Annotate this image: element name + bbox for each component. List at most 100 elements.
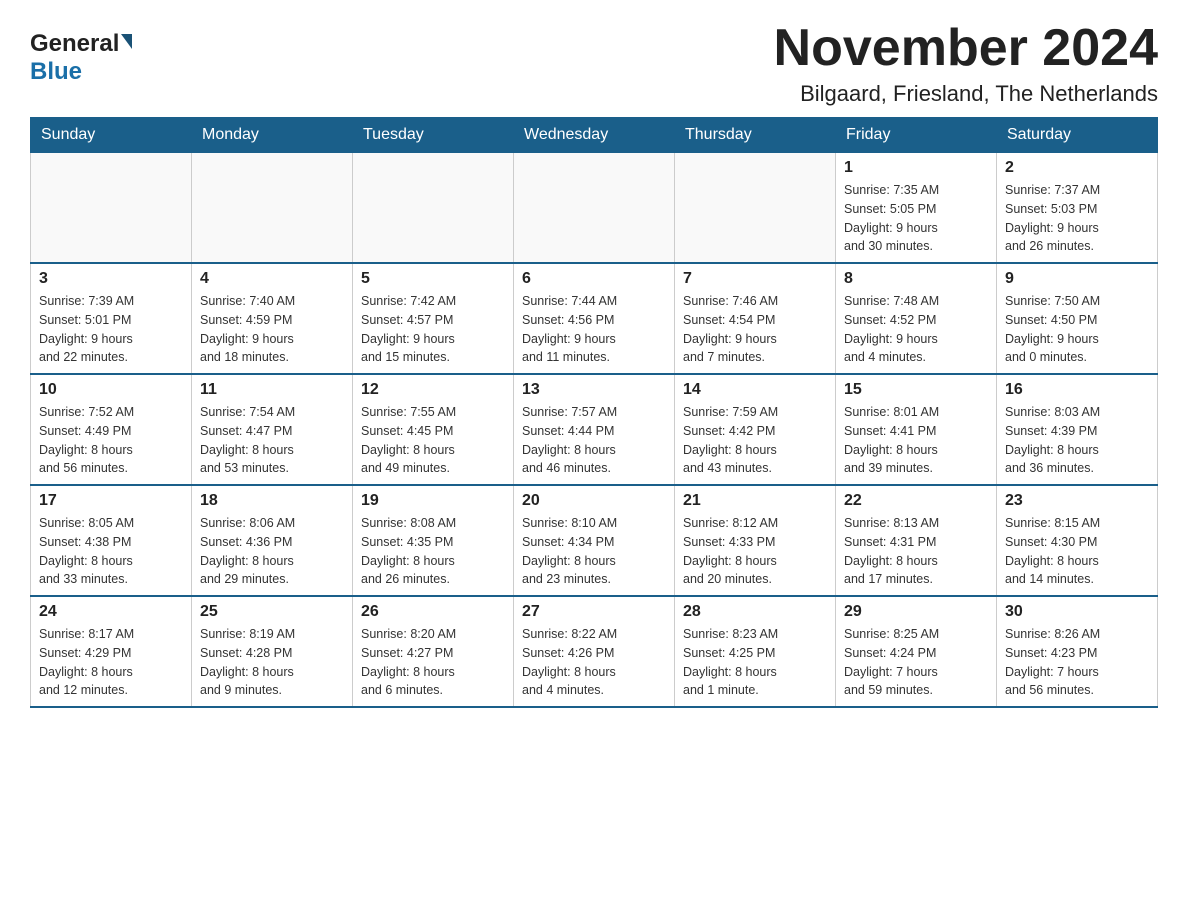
- calendar-cell: 28 Sunrise: 8:23 AM Sunset: 4:25 PM Dayli…: [675, 596, 836, 707]
- day-info: Sunrise: 7:44 AM Sunset: 4:56 PM Dayligh…: [522, 292, 666, 367]
- day-info: Sunrise: 8:23 AM Sunset: 4:25 PM Dayligh…: [683, 625, 827, 700]
- calendar-cell: 26 Sunrise: 8:20 AM Sunset: 4:27 PM Dayli…: [353, 596, 514, 707]
- calendar-cell: 13 Sunrise: 7:57 AM Sunset: 4:44 PM Dayli…: [514, 374, 675, 485]
- day-number: 12: [361, 381, 505, 399]
- calendar-cell: 11 Sunrise: 7:54 AM Sunset: 4:47 PM Dayli…: [192, 374, 353, 485]
- weekday-header-tuesday: Tuesday: [353, 118, 514, 153]
- day-info: Sunrise: 7:54 AM Sunset: 4:47 PM Dayligh…: [200, 403, 344, 478]
- day-info: Sunrise: 7:57 AM Sunset: 4:44 PM Dayligh…: [522, 403, 666, 478]
- day-number: 19: [361, 492, 505, 510]
- day-number: 25: [200, 603, 344, 621]
- calendar-cell: 12 Sunrise: 7:55 AM Sunset: 4:45 PM Dayli…: [353, 374, 514, 485]
- day-number: 17: [39, 492, 183, 510]
- calendar-cell: 23Sunrise: 8:15 AM Sunset: 4:30 PM Dayli…: [997, 485, 1158, 596]
- day-info: Sunrise: 7:35 AM Sunset: 5:05 PM Dayligh…: [844, 181, 988, 256]
- calendar-header: SundayMondayTuesdayWednesdayThursdayFrid…: [31, 118, 1158, 153]
- calendar-cell: [192, 153, 353, 264]
- day-number: 13: [522, 381, 666, 399]
- day-number: 30: [1005, 603, 1149, 621]
- calendar-body: 1 Sunrise: 7:35 AM Sunset: 5:05 PM Daylig…: [31, 153, 1158, 708]
- day-number: 4: [200, 270, 344, 288]
- day-number: 18: [200, 492, 344, 510]
- day-info: Sunrise: 8:25 AM Sunset: 4:24 PM Dayligh…: [844, 625, 988, 700]
- day-info: Sunrise: 7:48 AM Sunset: 4:52 PM Dayligh…: [844, 292, 988, 367]
- day-number: 27: [522, 603, 666, 621]
- day-info: Sunrise: 8:10 AM Sunset: 4:34 PM Dayligh…: [522, 514, 666, 589]
- day-info: Sunrise: 8:12 AM Sunset: 4:33 PM Dayligh…: [683, 514, 827, 589]
- day-number: 3: [39, 270, 183, 288]
- calendar-week-2: 3 Sunrise: 7:39 AM Sunset: 5:01 PM Daylig…: [31, 263, 1158, 374]
- day-info: Sunrise: 7:40 AM Sunset: 4:59 PM Dayligh…: [200, 292, 344, 367]
- day-info: Sunrise: 7:46 AM Sunset: 4:54 PM Dayligh…: [683, 292, 827, 367]
- calendar-cell: 5 Sunrise: 7:42 AM Sunset: 4:57 PM Daylig…: [353, 263, 514, 374]
- calendar-cell: 14 Sunrise: 7:59 AM Sunset: 4:42 PM Dayli…: [675, 374, 836, 485]
- page-header: General Blue November 2024 Bilgaard, Fri…: [30, 20, 1158, 107]
- calendar-cell: 18 Sunrise: 8:06 AM Sunset: 4:36 PM Dayli…: [192, 485, 353, 596]
- calendar-cell: 2 Sunrise: 7:37 AM Sunset: 5:03 PM Daylig…: [997, 153, 1158, 264]
- weekday-header-row: SundayMondayTuesdayWednesdayThursdayFrid…: [31, 118, 1158, 153]
- day-info: Sunrise: 7:59 AM Sunset: 4:42 PM Dayligh…: [683, 403, 827, 478]
- calendar-cell: 29Sunrise: 8:25 AM Sunset: 4:24 PM Dayli…: [836, 596, 997, 707]
- day-number: 28: [683, 603, 827, 621]
- calendar-cell: 3 Sunrise: 7:39 AM Sunset: 5:01 PM Daylig…: [31, 263, 192, 374]
- day-info: Sunrise: 8:20 AM Sunset: 4:27 PM Dayligh…: [361, 625, 505, 700]
- calendar-cell: [514, 153, 675, 264]
- day-number: 8: [844, 270, 988, 288]
- calendar-cell: 10Sunrise: 7:52 AM Sunset: 4:49 PM Dayli…: [31, 374, 192, 485]
- weekday-header-saturday: Saturday: [997, 118, 1158, 153]
- day-number: 1: [844, 159, 988, 177]
- day-info: Sunrise: 8:26 AM Sunset: 4:23 PM Dayligh…: [1005, 625, 1149, 700]
- day-info: Sunrise: 7:39 AM Sunset: 5:01 PM Dayligh…: [39, 292, 183, 367]
- calendar-cell: 19Sunrise: 8:08 AM Sunset: 4:35 PM Dayli…: [353, 485, 514, 596]
- day-number: 6: [522, 270, 666, 288]
- day-number: 15: [844, 381, 988, 399]
- calendar-cell: 17 Sunrise: 8:05 AM Sunset: 4:38 PM Dayli…: [31, 485, 192, 596]
- day-number: 11: [200, 381, 344, 399]
- calendar-cell: 9 Sunrise: 7:50 AM Sunset: 4:50 PM Daylig…: [997, 263, 1158, 374]
- title-section: November 2024 Bilgaard, Friesland, The N…: [774, 20, 1158, 107]
- calendar-cell: [353, 153, 514, 264]
- day-number: 26: [361, 603, 505, 621]
- location-subtitle: Bilgaard, Friesland, The Netherlands: [774, 81, 1158, 107]
- calendar-week-3: 10Sunrise: 7:52 AM Sunset: 4:49 PM Dayli…: [31, 374, 1158, 485]
- calendar-cell: 7Sunrise: 7:46 AM Sunset: 4:54 PM Daylig…: [675, 263, 836, 374]
- calendar-week-1: 1 Sunrise: 7:35 AM Sunset: 5:05 PM Daylig…: [31, 153, 1158, 264]
- weekday-header-monday: Monday: [192, 118, 353, 153]
- day-number: 9: [1005, 270, 1149, 288]
- weekday-header-wednesday: Wednesday: [514, 118, 675, 153]
- calendar-cell: [675, 153, 836, 264]
- day-info: Sunrise: 8:19 AM Sunset: 4:28 PM Dayligh…: [200, 625, 344, 700]
- day-number: 20: [522, 492, 666, 510]
- day-number: 14: [683, 381, 827, 399]
- day-number: 5: [361, 270, 505, 288]
- day-number: 24: [39, 603, 183, 621]
- calendar-cell: [31, 153, 192, 264]
- day-info: Sunrise: 8:15 AM Sunset: 4:30 PM Dayligh…: [1005, 514, 1149, 589]
- logo-arrow-icon: [121, 34, 132, 49]
- day-info: Sunrise: 8:05 AM Sunset: 4:38 PM Dayligh…: [39, 514, 183, 589]
- day-info: Sunrise: 8:03 AM Sunset: 4:39 PM Dayligh…: [1005, 403, 1149, 478]
- calendar-cell: 21Sunrise: 8:12 AM Sunset: 4:33 PM Dayli…: [675, 485, 836, 596]
- day-number: 2: [1005, 159, 1149, 177]
- day-number: 16: [1005, 381, 1149, 399]
- calendar-cell: 8 Sunrise: 7:48 AM Sunset: 4:52 PM Daylig…: [836, 263, 997, 374]
- calendar-week-5: 24 Sunrise: 8:17 AM Sunset: 4:29 PM Dayli…: [31, 596, 1158, 707]
- day-info: Sunrise: 7:42 AM Sunset: 4:57 PM Dayligh…: [361, 292, 505, 367]
- logo-general-text: General: [30, 30, 119, 58]
- calendar-cell: 20 Sunrise: 8:10 AM Sunset: 4:34 PM Dayli…: [514, 485, 675, 596]
- day-number: 22: [844, 492, 988, 510]
- logo-blue-text: Blue: [30, 58, 82, 86]
- day-info: Sunrise: 8:13 AM Sunset: 4:31 PM Dayligh…: [844, 514, 988, 589]
- month-title: November 2024: [774, 20, 1158, 77]
- calendar-cell: 15Sunrise: 8:01 AM Sunset: 4:41 PM Dayli…: [836, 374, 997, 485]
- day-info: Sunrise: 7:37 AM Sunset: 5:03 PM Dayligh…: [1005, 181, 1149, 256]
- day-info: Sunrise: 7:50 AM Sunset: 4:50 PM Dayligh…: [1005, 292, 1149, 367]
- calendar-cell: 6 Sunrise: 7:44 AM Sunset: 4:56 PM Daylig…: [514, 263, 675, 374]
- day-info: Sunrise: 7:55 AM Sunset: 4:45 PM Dayligh…: [361, 403, 505, 478]
- day-info: Sunrise: 8:06 AM Sunset: 4:36 PM Dayligh…: [200, 514, 344, 589]
- weekday-header-friday: Friday: [836, 118, 997, 153]
- calendar-cell: 27 Sunrise: 8:22 AM Sunset: 4:26 PM Dayli…: [514, 596, 675, 707]
- day-info: Sunrise: 8:17 AM Sunset: 4:29 PM Dayligh…: [39, 625, 183, 700]
- day-info: Sunrise: 8:22 AM Sunset: 4:26 PM Dayligh…: [522, 625, 666, 700]
- logo: General Blue: [30, 20, 132, 86]
